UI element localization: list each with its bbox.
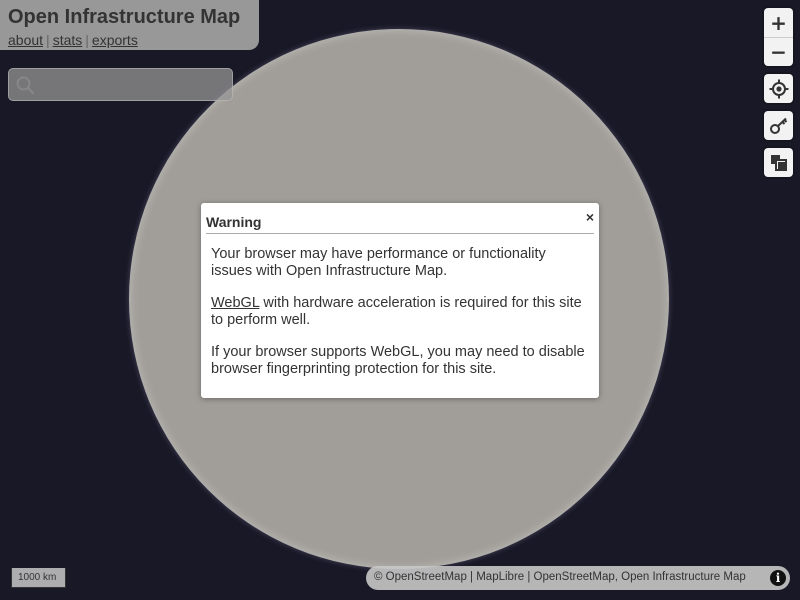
dialog-paragraph-3: If your browser supports WebGL, you may … [211,344,585,377]
zoom-in-button[interactable]: + [764,8,793,37]
dialog-paragraph-2: WebGL with hardware acceleration is requ… [211,295,589,329]
dialog-body: Your browser may have performance or fun… [211,246,589,393]
geolocate-button[interactable] [764,74,793,103]
search-icon [16,76,35,95]
zoom-controls: + − [764,8,793,66]
exports-link[interactable]: exports [92,32,138,48]
scale-bar: 1000 km [11,568,66,588]
dialog-header: Warning × [206,208,594,234]
zoom-out-icon: − [770,40,787,64]
locate-icon [769,79,788,98]
key-button[interactable] [764,111,793,140]
layers-control [764,148,793,177]
zoom-in-icon: + [770,10,787,35]
stats-link[interactable]: stats [53,32,83,48]
header-links: about | stats | exports [8,32,259,48]
header-panel: Open Infrastructure Map about | stats | expo… [0,0,259,50]
attribution-text: © OpenStreetMap | MapLibre | OpenStreetM… [374,571,746,583]
info-icon[interactable]: i [770,570,786,586]
dialog-paragraph-1: Your browser may have performance or fun… [211,246,546,279]
dialog-title: Warning [206,214,262,230]
geolocate-control [764,74,793,103]
search-box[interactable] [8,68,233,101]
warning-dialog: Warning × Your browser may have performa… [201,203,599,398]
link-separator: | [85,32,89,48]
attribution: © OpenStreetMap | MapLibre | OpenStreetM… [366,566,790,590]
about-link[interactable]: about [8,32,43,48]
key-control [764,111,793,140]
close-icon[interactable]: × [586,209,594,225]
layers-icon [770,154,787,171]
key-icon [769,117,787,134]
page-title: Open Infrastructure Map [8,6,241,28]
dialog-paragraph-2-text: with hardware acceleration is required f… [211,295,582,328]
webgl-link[interactable]: WebGL [211,295,259,311]
link-separator: | [46,32,50,48]
zoom-out-button[interactable]: − [764,37,793,66]
layers-button[interactable] [764,148,793,177]
search-input[interactable] [41,73,226,97]
